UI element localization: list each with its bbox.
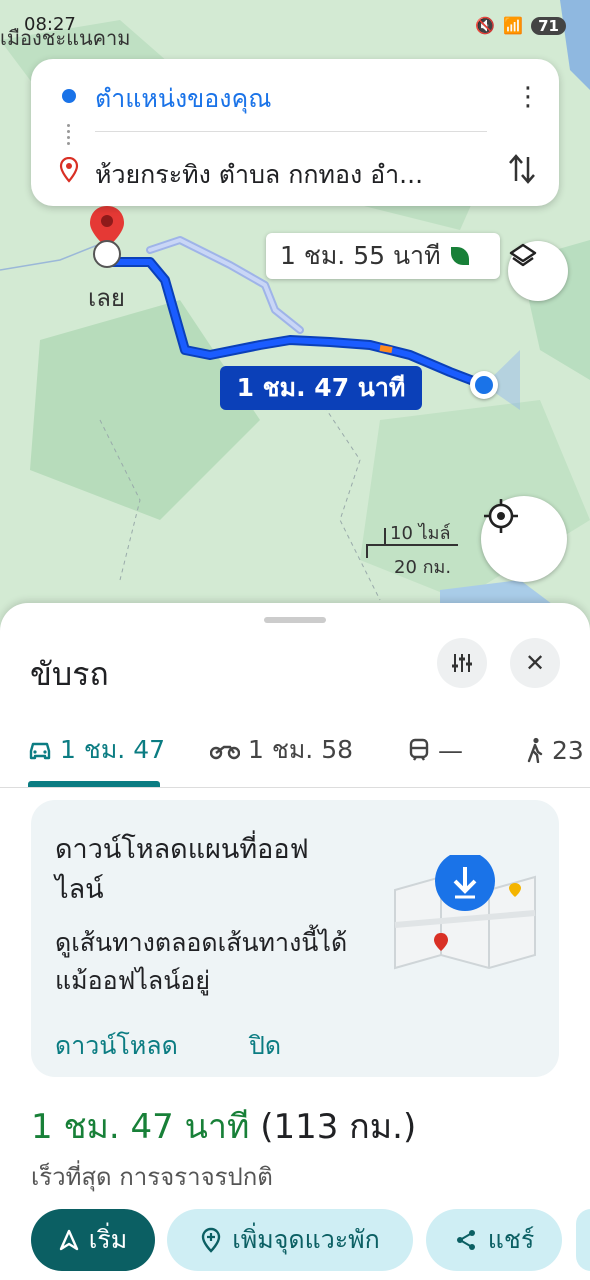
start-button[interactable]: เริ่ม [31,1209,155,1271]
offline-map-card: ดาวน์โหลดแผนที่ออฟไลน์ ดูเส้นทางตลอดเส้น… [31,800,559,1077]
tab-motorcycle[interactable]: 1 ชม. 58 [210,715,353,785]
directions-search-card: ตำแหน่งของคุณ ⋮ ห้วยกระทิง ตำบล กกทอง อำ… [31,59,559,206]
alternate-route-label[interactable]: 1 ชม. 55 นาที [266,233,500,279]
directions-bottom-sheet: ขับรถ ✕ 1 ชม. 47 1 ชม. 58 — 23 ดาวน์โหลด… [0,603,590,1280]
action-buttons: เริ่ม เพิ่มจุดแวะพัก แชร์ [31,1209,590,1271]
origin-row[interactable]: ตำแหน่งของคุณ ⋮ [31,59,559,131]
tab-motorcycle-label: 1 ชม. 58 [248,735,354,764]
tab-transit[interactable]: — [408,715,463,785]
download-button[interactable]: ดาวน์โหลด [55,1026,178,1066]
layers-icon [509,243,537,267]
close-icon: ✕ [524,649,546,677]
status-time: 08:27 [24,14,76,35]
tab-walk[interactable]: 23 [526,715,584,785]
main-route-label[interactable]: 1 ชม. 47 นาที [220,366,422,410]
status-bar: เมืองชะแนคาม 08:27 🔇 📶 71 [0,12,590,50]
tab-drive-label: 1 ชม. 47 [60,735,166,764]
tab-transit-label: — [438,735,463,765]
offline-card-subtitle: ดูเส้นทางตลอดเส้นทางนี้ได้แม้ออฟไลน์อยู่ [55,928,348,995]
mute-icon: 🔇 [475,16,496,35]
tab-drive[interactable]: 1 ชม. 47 [28,715,165,785]
dismiss-button[interactable]: ปิด [249,1026,281,1066]
motorcycle-icon [210,745,240,760]
add-stop-button[interactable]: เพิ่มจุดแวะพัก [167,1209,413,1271]
eco-leaf-icon [450,247,469,265]
route-distance: (113 กม.) [260,1107,417,1147]
battery-indicator: 71 [531,16,566,35]
train-icon [409,738,429,761]
start-label: เริ่ม [88,1225,128,1254]
navigation-arrow-icon [59,1229,78,1251]
offline-card-title: ดาวน์โหลดแผนที่ออฟไลน์ [55,834,309,905]
offline-map-illustration [394,855,536,970]
divider [95,131,487,132]
destination-row[interactable]: ห้วยกระทิง ตำบล กกทอง อำ... [31,135,559,207]
map-scale: 10 ไมล์ 20 กม. [364,518,464,578]
share-button[interactable]: แชร์ [426,1209,562,1271]
tune-icon [452,654,472,672]
crosshair-icon [484,499,518,533]
destination-field[interactable]: ห้วยกระทิง ตำบล กกทอง อำ... [95,155,423,195]
travel-mode-title: ขับรถ [30,655,109,693]
walk-icon [527,737,543,763]
map-city-label: เลย [88,284,125,312]
status-icons: 🔇 📶 71 [475,16,566,35]
route-summary: 1 ชม. 47 นาที (113 กม.) [31,1099,416,1153]
active-tab-indicator [28,781,160,787]
origin-dot-icon [62,89,76,103]
swap-button[interactable] [507,151,537,191]
origin-field[interactable]: ตำแหน่งของคุณ [95,79,271,119]
close-button[interactable]: ✕ [510,638,560,688]
current-location-dot-icon [470,371,498,399]
my-location-button[interactable] [481,496,567,582]
tab-walk-label: 23 [552,735,584,765]
sheet-drag-handle[interactable] [264,617,326,623]
destination-pin-icon[interactable] [86,204,128,270]
destination-marker-icon [59,157,79,183]
add-location-icon [202,1227,221,1253]
route-duration: 1 ชม. 47 นาที [31,1107,250,1147]
more-actions-button[interactable] [576,1209,590,1271]
layers-button[interactable] [508,241,568,301]
scale-miles: 10 ไมล์ [390,523,451,544]
add-stop-label: เพิ่มจุดแวะพัก [232,1225,380,1254]
scale-km: 20 กม. [394,557,452,578]
travel-mode-tabs: 1 ชม. 47 1 ชม. 58 — 23 [0,715,590,788]
alternate-route-time: 1 ชม. 55 นาที [280,241,441,270]
share-label: แชร์ [487,1225,535,1254]
swap-icon [509,154,535,184]
route-detail: เร็วที่สุด การจราจรปกติ [31,1163,273,1191]
car-icon [29,742,51,760]
more-options-button[interactable]: ⋮ [515,83,541,111]
route-options-button[interactable] [437,638,487,688]
share-icon [456,1230,475,1250]
wifi-icon: 📶 [503,16,524,35]
